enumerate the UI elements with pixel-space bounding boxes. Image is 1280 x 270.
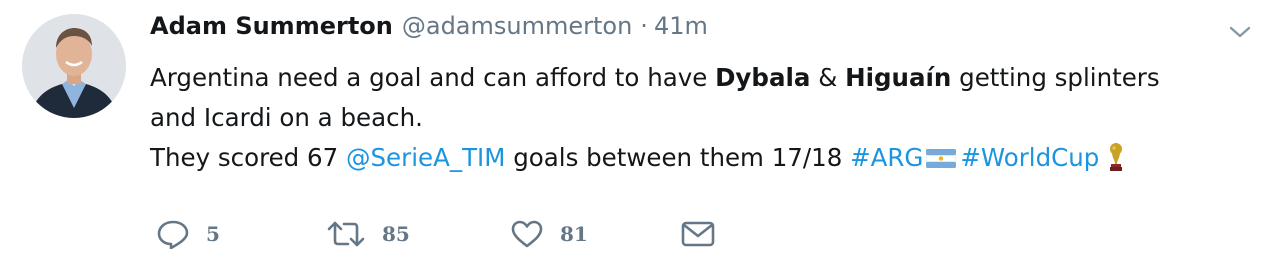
reply-button[interactable]: 5 (156, 214, 220, 254)
tweet-text-line: and Icardi on a beach. (150, 98, 1270, 138)
direct-message-button[interactable] (680, 214, 716, 254)
text-span: Argentina need a goal and can afford to … (150, 63, 716, 92)
tweet-timestamp[interactable]: 41m (654, 12, 708, 40)
author-handle[interactable]: @adamsummerton (402, 12, 632, 40)
tweet-text: Argentina need a goal and can afford to … (150, 58, 1270, 178)
bold-text-dybala: Dybala (715, 63, 811, 92)
tweet: Adam Summerton @adamsummerton · 41m Arge… (0, 0, 1280, 270)
retweet-icon (326, 219, 366, 249)
bold-text-higuain: Higuaín (845, 63, 952, 92)
tweet-header: Adam Summerton @adamsummerton · 41m (150, 12, 708, 48)
tweet-text-line: Argentina need a goal and can afford to … (150, 58, 1270, 98)
tweet-text-line: They scored 67 @SerieA_TIM goals between… (150, 138, 1270, 178)
text-span: goals between them 17/18 (505, 143, 851, 172)
retweet-count: 85 (382, 222, 410, 246)
like-count: 81 (560, 222, 588, 246)
text-span: getting splinters (951, 63, 1160, 92)
argentina-flag-icon (926, 140, 957, 169)
more-options-chevron-down-icon[interactable] (1226, 20, 1254, 44)
separator-dot: · (640, 12, 648, 40)
hashtag-link-worldcup[interactable]: #WorldCup (960, 143, 1099, 172)
mention-link[interactable]: @SerieA_TIM (346, 143, 505, 172)
author-name[interactable]: Adam Summerton (150, 12, 393, 40)
reply-icon (156, 219, 190, 249)
like-button[interactable]: 81 (510, 214, 588, 254)
avatar-image (22, 14, 126, 118)
avatar[interactable] (22, 14, 126, 118)
text-span: and Icardi on a beach. (150, 103, 423, 132)
text-span: & (810, 63, 846, 92)
retweet-button[interactable]: 85 (326, 214, 410, 254)
heart-icon (510, 219, 544, 249)
trophy-icon (1107, 142, 1125, 172)
text-span: They scored 67 (150, 143, 346, 172)
reply-count: 5 (206, 222, 220, 246)
hashtag-link-arg[interactable]: #ARG (850, 143, 923, 172)
envelope-icon (680, 219, 716, 249)
